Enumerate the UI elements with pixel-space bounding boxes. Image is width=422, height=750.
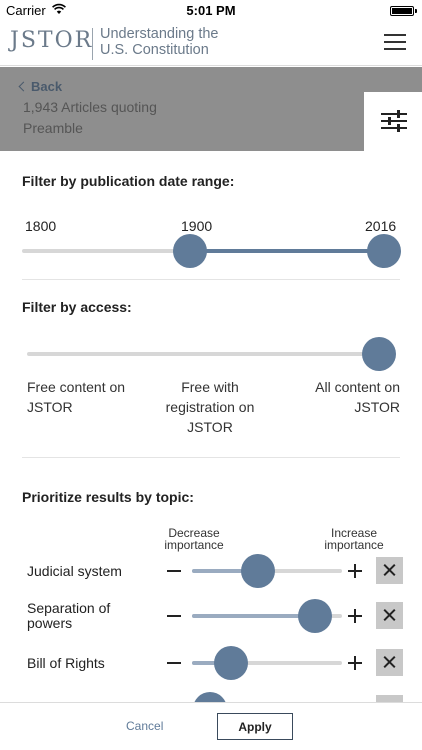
back-label: Back xyxy=(31,79,63,94)
chevron-left-icon xyxy=(18,81,29,92)
date-label-max: 2016 xyxy=(365,218,397,234)
topic-name: Separation of powers xyxy=(27,600,111,631)
results-count: 1,943 Articles quoting xyxy=(23,99,157,115)
section-divider xyxy=(22,279,400,280)
remove-topic-button[interactable] xyxy=(376,557,403,584)
topic-name: Bill of Rights xyxy=(27,654,105,671)
decrease-importance-button[interactable] xyxy=(167,662,181,664)
decrease-importance-label: Decrease importance xyxy=(164,526,224,552)
access-option-all[interactable]: All content on JSTOR xyxy=(290,377,400,417)
back-button[interactable]: Back xyxy=(18,79,63,94)
battery-icon xyxy=(390,6,417,16)
subtitle-line-2: U.S. Constitution xyxy=(100,42,209,58)
access-slider-handle[interactable] xyxy=(362,337,396,371)
increase-importance-button[interactable] xyxy=(348,656,362,670)
access-track[interactable] xyxy=(27,352,379,356)
footer-bar: Cancel Apply xyxy=(0,702,422,750)
jstor-logo[interactable]: JSTOR xyxy=(10,28,93,53)
date-filter-title: Filter by publication date range: xyxy=(22,173,235,189)
topic-importance-handle[interactable] xyxy=(241,554,275,588)
cancel-button[interactable]: Cancel xyxy=(126,719,163,733)
decrease-importance-button[interactable] xyxy=(167,570,181,572)
access-option-free[interactable]: Free content on JSTOR xyxy=(27,377,147,417)
logo-divider xyxy=(92,28,93,60)
topic-importance-fill xyxy=(192,614,315,618)
header-subtitle: Understanding the U.S. Constitution xyxy=(100,26,280,58)
date-label-mid: 1900 xyxy=(181,218,213,234)
section-divider xyxy=(22,457,400,458)
access-filter-title: Filter by access: xyxy=(22,299,132,315)
date-range-end-handle[interactable] xyxy=(367,234,401,268)
apply-button[interactable]: Apply xyxy=(217,713,293,740)
topics-title: Prioritize results by topic: xyxy=(22,489,194,505)
clock: 5:01 PM xyxy=(186,3,236,18)
app-header: JSTOR Understanding the U.S. Constitutio… xyxy=(0,20,422,66)
remove-topic-button[interactable] xyxy=(376,602,403,629)
menu-icon[interactable] xyxy=(384,34,406,52)
results-topic: Preamble xyxy=(23,120,83,136)
back-bar-overlay: Back 1,943 Articles quoting Preamble xyxy=(0,67,422,151)
decrease-importance-button[interactable] xyxy=(167,615,181,617)
increase-importance-button[interactable] xyxy=(348,609,362,623)
topic-importance-handle[interactable] xyxy=(298,599,332,633)
topic-importance-handle[interactable] xyxy=(193,692,227,702)
topic-name: Judicial system xyxy=(27,562,122,579)
status-bar: Carrier 5:01 PM xyxy=(0,0,422,20)
date-range-start-handle[interactable] xyxy=(172,234,207,268)
filter-panel: Filter by publication date range: 1800 1… xyxy=(0,151,422,702)
remove-topic-button[interactable] xyxy=(376,649,403,676)
increase-importance-label: Increase importance xyxy=(324,526,384,552)
subtitle-line-1: Understanding the xyxy=(100,26,219,42)
sliders-icon xyxy=(381,110,407,132)
access-option-registration[interactable]: Free with registration on JSTOR xyxy=(150,377,270,437)
date-range-fill xyxy=(189,249,384,253)
topic-importance-handle[interactable] xyxy=(214,646,248,680)
date-label-min: 1800 xyxy=(25,218,57,234)
filter-toggle-button[interactable] xyxy=(364,92,422,151)
remove-topic-button[interactable] xyxy=(376,695,403,702)
increase-importance-button[interactable] xyxy=(348,564,362,578)
